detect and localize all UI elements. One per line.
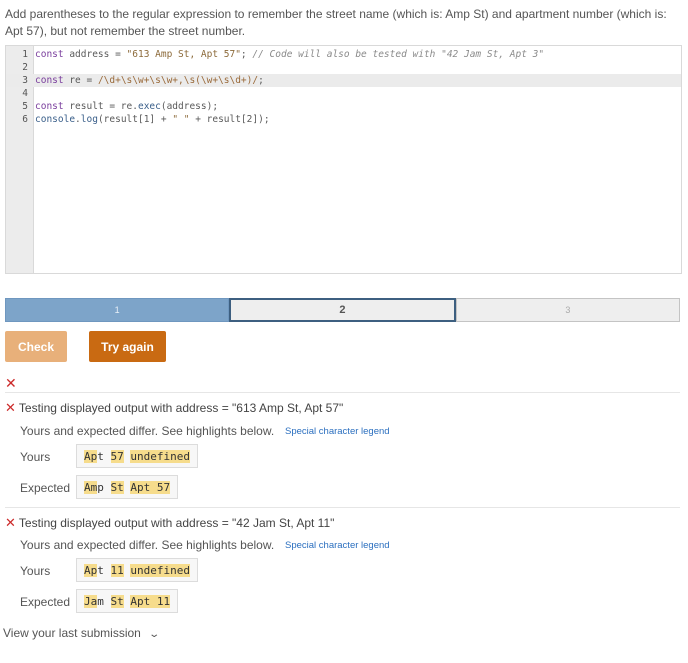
divider xyxy=(5,507,680,508)
diff-highlight: St xyxy=(110,594,124,608)
yours-output: Ap t 57 undefined xyxy=(76,444,198,468)
code-line[interactable]: 6 console.log(result[1] + " " + result[2]… xyxy=(6,113,681,126)
diff-highlight: 11 xyxy=(110,563,124,577)
instructions: Add parentheses to the regular expressio… xyxy=(5,7,667,38)
output-text: m xyxy=(97,594,104,608)
test-title-text: Testing displayed output with address = … xyxy=(18,401,344,415)
line-number: 5 xyxy=(22,101,28,112)
test-status: Yours and expected differ. See highlight… xyxy=(20,538,275,552)
special-character-legend-link[interactable]: Special character legend xyxy=(285,540,390,551)
x-icon: ✕ xyxy=(5,400,16,415)
code-text: const re = /\d+\s\w+\s\w+,\s(\w+\s\d+)/; xyxy=(35,75,264,86)
line-number: 4 xyxy=(22,88,28,99)
progress-step-3[interactable]: 3 xyxy=(455,298,680,322)
progress-step-1[interactable]: 1 xyxy=(5,298,230,322)
test-title-text: Testing displayed output with address = … xyxy=(18,516,335,530)
code-text: console.log(result[1] + " " + result[2])… xyxy=(35,114,270,125)
expected-label: Expected xyxy=(20,481,71,495)
code-editor[interactable]: 1 const address = "613 Amp St, Apt 57"; /… xyxy=(5,45,682,274)
output-text: p xyxy=(97,480,104,494)
chevron-down-icon: ⌄ xyxy=(148,629,160,640)
diff-highlight: Apt 11 xyxy=(130,594,171,608)
code-line[interactable]: 4 xyxy=(6,87,681,100)
output-text: t xyxy=(97,563,104,577)
line-number: 2 xyxy=(22,62,28,73)
line-number: 3 xyxy=(22,75,28,86)
expected-output: Am p St Apt 57 xyxy=(76,475,179,499)
test-status: Yours and expected differ. See highlight… xyxy=(20,424,275,438)
try-again-button[interactable]: Try again xyxy=(89,331,166,362)
yours-label: Yours xyxy=(20,564,51,578)
code-line[interactable]: 5 const result = re.exec(address); xyxy=(6,100,681,113)
test-title: ✕ Testing displayed output with address =… xyxy=(5,515,334,531)
special-character-legend-link[interactable]: Special character legend xyxy=(285,426,390,437)
x-icon: ✕ xyxy=(5,375,17,391)
yours-output: Ap t 11 undefined xyxy=(76,558,198,582)
code-line[interactable]: 2 xyxy=(6,61,681,74)
diff-highlight: Ja xyxy=(84,594,98,608)
view-last-submission-label: View your last submission xyxy=(3,626,141,640)
diff-highlight: undefined xyxy=(130,563,190,577)
diff-highlight: St xyxy=(110,480,124,494)
line-number: 6 xyxy=(22,114,28,125)
line-number: 1 xyxy=(22,49,28,60)
progress-bar: 1 2 3 xyxy=(5,298,680,322)
output-text: t xyxy=(97,449,104,463)
divider xyxy=(5,392,680,393)
diff-highlight: Apt 57 xyxy=(130,480,171,494)
diff-highlight: Ap xyxy=(84,449,98,463)
diff-highlight: 57 xyxy=(110,449,124,463)
test-title: ✕ Testing displayed output with address =… xyxy=(5,400,343,416)
check-button[interactable]: Check xyxy=(5,331,67,362)
diff-highlight: Am xyxy=(84,480,98,494)
progress-step-2[interactable]: 2 xyxy=(229,298,456,322)
diff-highlight: undefined xyxy=(130,449,190,463)
code-line[interactable]: 3 const re = /\d+\s\w+\s\w+,\s(\w+\s\d+)/… xyxy=(6,74,681,87)
yours-label: Yours xyxy=(20,450,51,464)
expected-output: Ja m St Apt 11 xyxy=(76,589,179,613)
diff-highlight: Ap xyxy=(84,563,98,577)
code-text: const result = re.exec(address); xyxy=(35,101,219,112)
x-icon: ✕ xyxy=(5,515,16,530)
view-last-submission-link[interactable]: View your last submission ⌄ xyxy=(3,626,160,640)
code-line[interactable]: 1 const address = "613 Amp St, Apt 57"; /… xyxy=(6,48,681,61)
expected-label: Expected xyxy=(20,595,71,609)
code-text: const address = "613 Amp St, Apt 57"; //… xyxy=(35,49,545,60)
